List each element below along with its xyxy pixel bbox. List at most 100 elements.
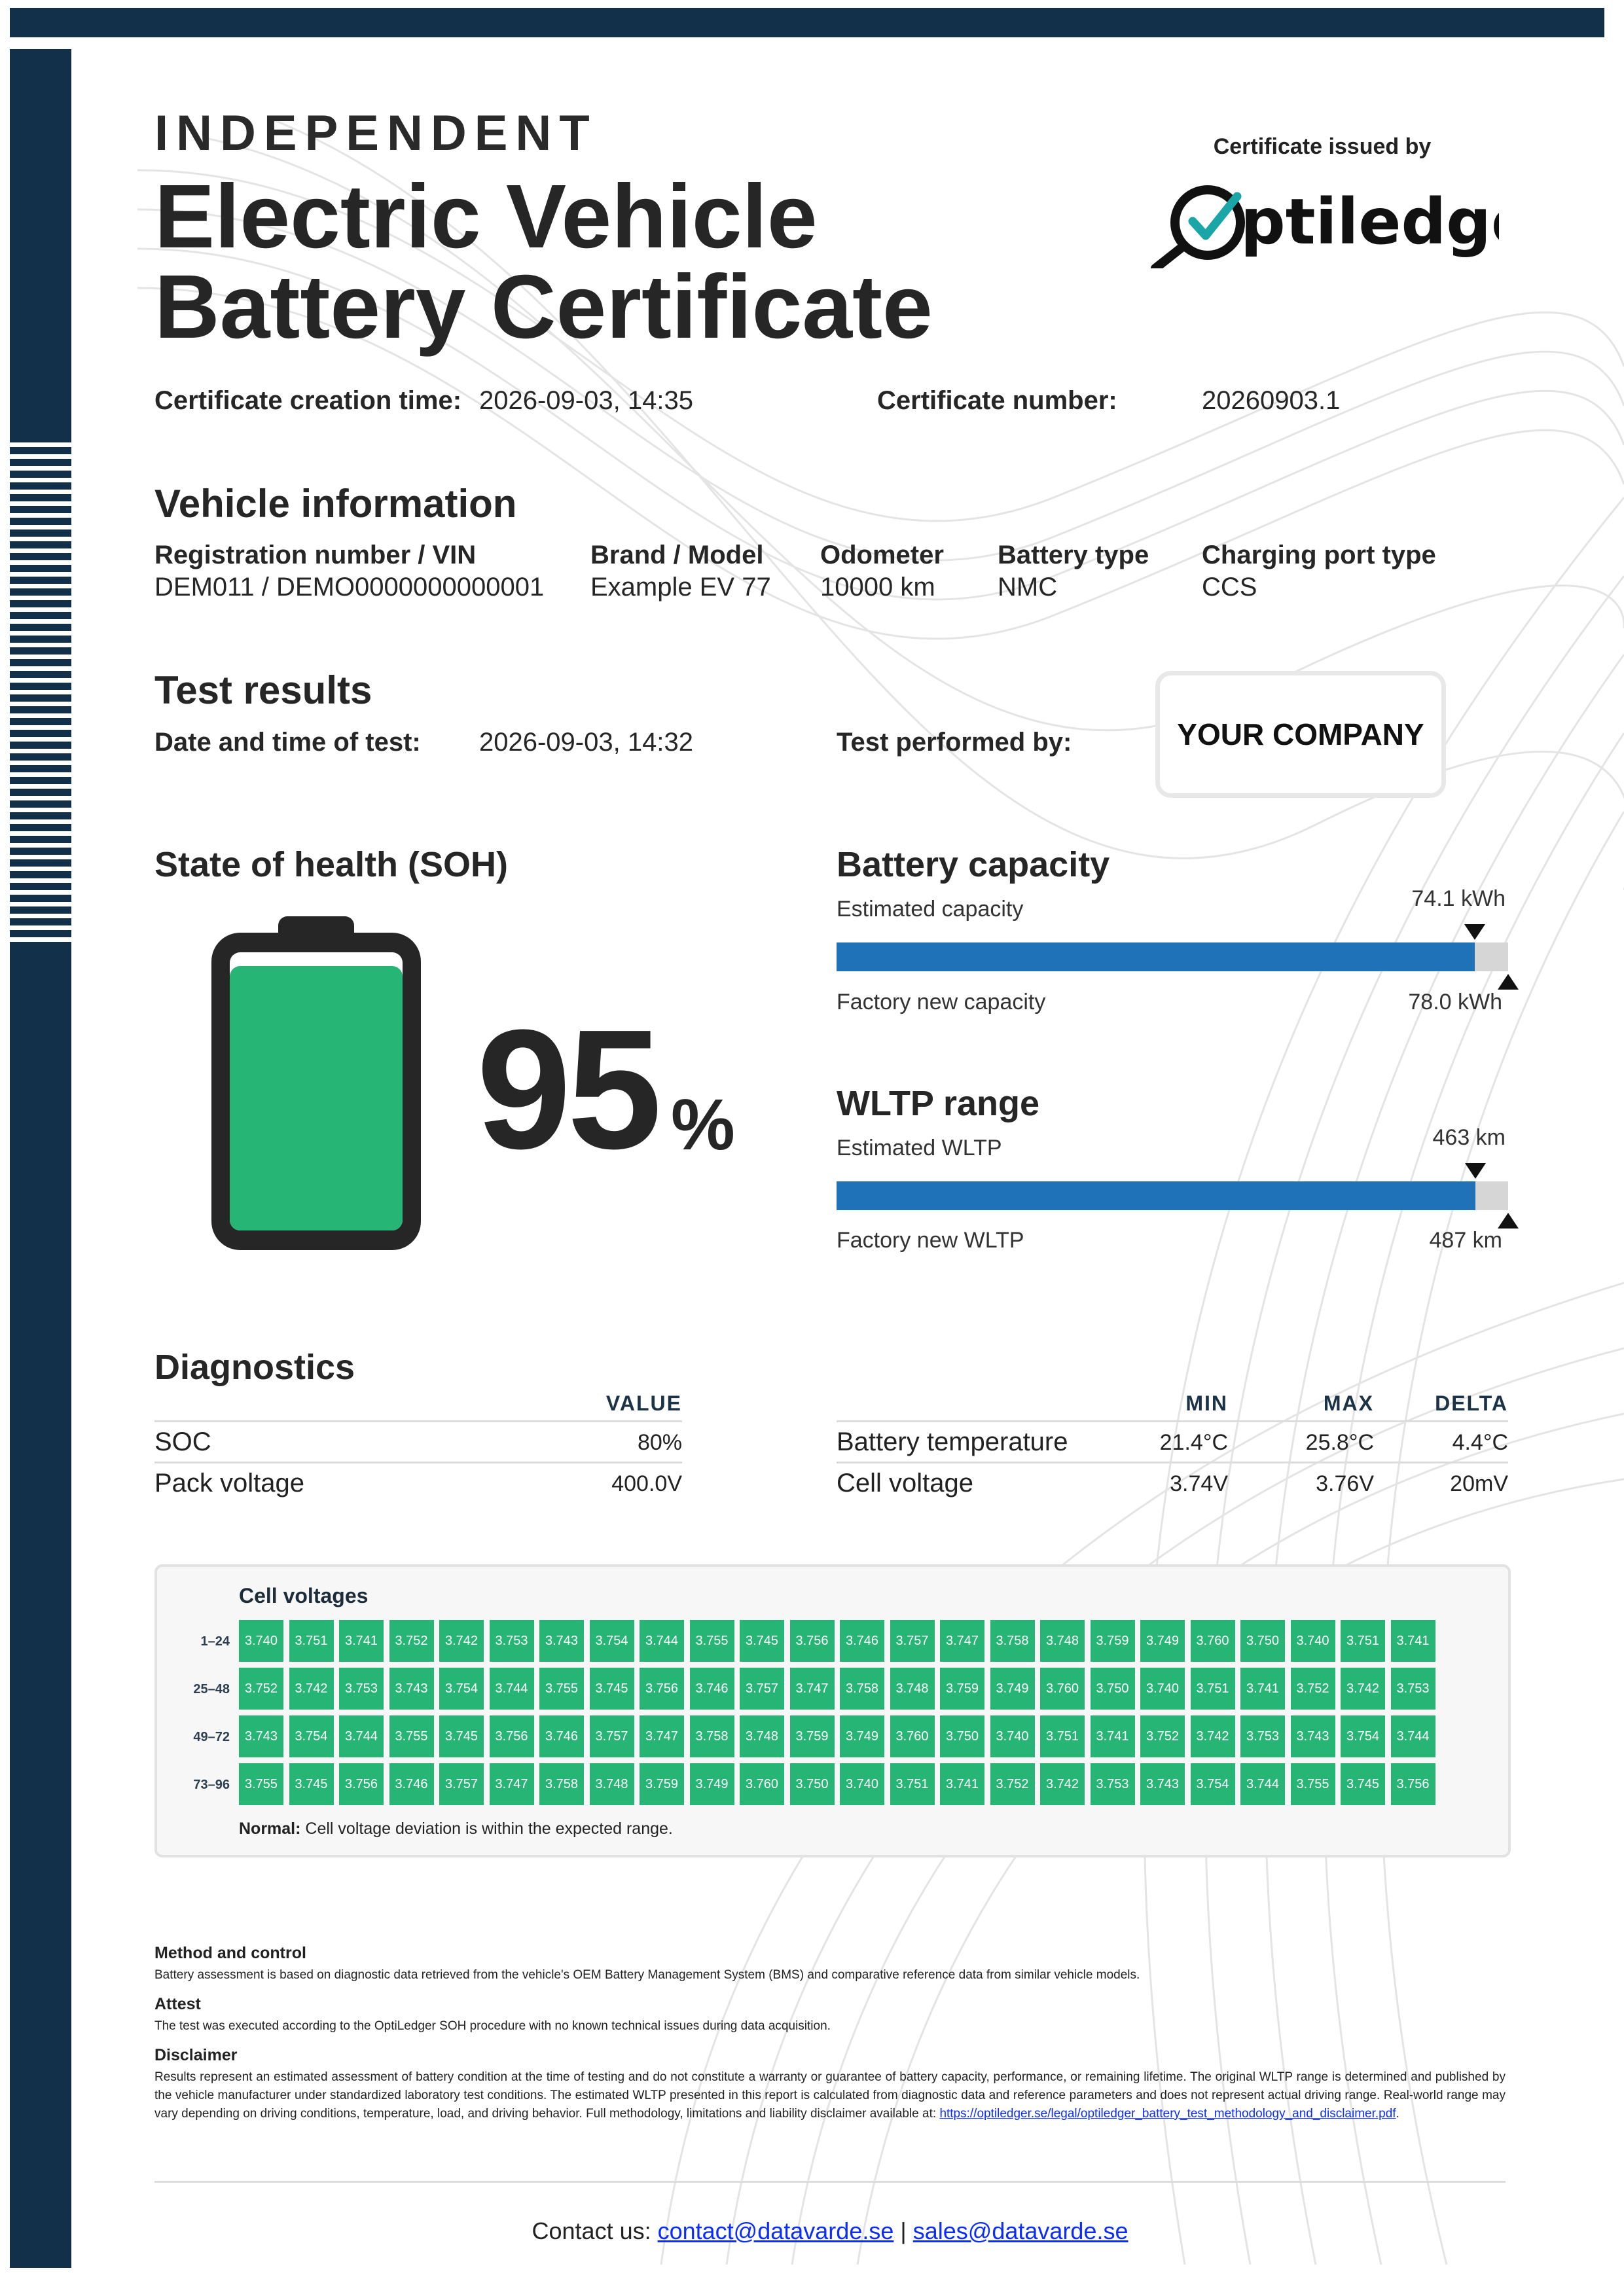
factory-capacity-value: 78.0 kWh — [1408, 990, 1502, 1014]
cell-voltage-cell: 3.741 — [940, 1763, 984, 1805]
creation-time-label: Certificate creation time: — [154, 386, 462, 415]
estimated-wltp-value: 463 km — [1432, 1125, 1506, 1150]
factory-wltp-value: 487 km — [1429, 1228, 1503, 1253]
cell-voltage-cell: 3.760 — [1040, 1668, 1085, 1710]
factory-wltp-marker-icon — [1498, 1213, 1519, 1229]
cell-voltage-label: Cell voltage — [837, 1469, 974, 1498]
vin-value: DEM011 / DEMO0000000000001 — [154, 573, 545, 601]
method-text: Battery assessment is based on diagnosti… — [154, 1968, 1140, 1982]
vehicle-info-heading: Vehicle information — [154, 482, 517, 526]
cell-voltage-grid: 1–24 3.740 3.751 3.741 3.752 3.742 3.753 3.743 3… — [154, 1620, 1506, 1816]
wltp-bar-fill — [837, 1181, 1475, 1210]
cell-voltage-delta: 20mV — [1450, 1471, 1508, 1496]
cell-voltage-cell: 3.748 — [740, 1715, 784, 1757]
estimated-wltp-label: Estimated WLTP — [837, 1136, 1002, 1160]
creation-time-value: 2026-09-03, 14:35 — [479, 386, 693, 415]
cell-voltage-cell: 3.742 — [439, 1620, 484, 1662]
cell-voltage-cell: 3.740 — [990, 1715, 1035, 1757]
battery-type-value: NMC — [998, 573, 1058, 601]
cell-voltage-cell: 3.747 — [789, 1668, 835, 1710]
cell-voltage-cell: 3.754 — [289, 1715, 334, 1757]
cell-voltage-cell: 3.744 — [1390, 1715, 1435, 1757]
cell-row-label: 49–72 — [193, 1730, 230, 1744]
cell-voltage-cell: 3.745 — [1341, 1763, 1385, 1805]
cell-voltage-cell: 3.745 — [589, 1668, 634, 1710]
factory-capacity-label: Factory new capacity — [837, 990, 1046, 1014]
cell-voltage-cell: 3.758 — [840, 1668, 884, 1710]
cell-voltage-cell: 3.754 — [1190, 1763, 1235, 1805]
note-text: Cell voltage deviation is within the exp… — [305, 1820, 673, 1838]
cell-voltage-cell: 3.752 — [389, 1620, 434, 1662]
footer-divider — [154, 2181, 1506, 2183]
cell-voltage-cell: 3.744 — [339, 1715, 384, 1757]
cell-voltage-cell: 3.745 — [439, 1715, 484, 1757]
certificate-number-value: 20260903.1 — [1202, 386, 1341, 415]
sales-email-link[interactable]: sales@datavarde.se — [913, 2217, 1128, 2244]
factory-wltp-label: Factory new WLTP — [837, 1228, 1024, 1253]
wltp-heading: WLTP range — [837, 1084, 1040, 1123]
cell-voltage-cell: 3.755 — [239, 1763, 283, 1805]
table-row: Battery temperature 21.4°C 25.8°C 4.4°C — [837, 1420, 1508, 1462]
cell-voltage-cell: 3.752 — [1290, 1668, 1335, 1710]
contact-email-link[interactable]: contact@datavarde.se — [658, 2217, 894, 2244]
cell-voltage-cell: 3.756 — [489, 1715, 534, 1757]
title-line-1: Electric Vehicle — [154, 166, 818, 267]
test-results-heading: Test results — [154, 668, 372, 712]
cell-voltage-cell: 3.759 — [940, 1668, 984, 1710]
cell-voltage-cell: 3.755 — [1290, 1763, 1335, 1805]
cell-voltage-cell: 3.746 — [539, 1715, 584, 1757]
cell-voltage-cell: 3.757 — [589, 1715, 634, 1757]
cell-voltage-cell: 3.754 — [589, 1620, 634, 1662]
cell-voltage-cell: 3.753 — [489, 1620, 534, 1662]
table-row: Cell voltage 3.74V 3.76V 20mV — [837, 1462, 1508, 1503]
page-title: Electric Vehicle Battery Certificate — [154, 171, 933, 352]
capacity-heading: Battery capacity — [837, 845, 1110, 884]
delta-header: DELTA — [1435, 1391, 1508, 1415]
disclaimer-link[interactable]: https://optiledger.se/legal/optiledger_b… — [939, 2107, 1396, 2121]
soh-unit: % — [671, 1085, 735, 1165]
cell-voltage-cell: 3.760 — [740, 1763, 784, 1805]
battery-fill-level — [230, 966, 403, 1230]
cell-voltage-cell: 3.758 — [990, 1620, 1035, 1662]
estimated-marker-icon — [1464, 924, 1485, 940]
cell-voltage-cell: 3.746 — [389, 1763, 434, 1805]
cell-voltage-cell: 3.742 — [289, 1668, 334, 1710]
cell-voltage-cell: 3.755 — [389, 1715, 434, 1757]
cell-voltage-cell: 3.741 — [1240, 1668, 1285, 1710]
cell-voltage-cell: 3.759 — [789, 1715, 835, 1757]
cell-voltage-cell: 3.746 — [689, 1668, 734, 1710]
attest-text: The test was executed according to the O… — [154, 2019, 831, 2033]
note-status: Normal: — [239, 1820, 301, 1838]
cell-voltage-cell: 3.742 — [1040, 1763, 1085, 1805]
cell-voltage-cell: 3.747 — [640, 1715, 684, 1757]
cell-voltage-cell: 3.744 — [489, 1668, 534, 1710]
cell-row-label: 73–96 — [193, 1778, 230, 1792]
attest-heading: Attest — [154, 1995, 201, 2013]
cell-voltage-cell: 3.741 — [1390, 1620, 1435, 1662]
cell-voltage-cell: 3.751 — [289, 1620, 334, 1662]
battery-icon — [211, 916, 421, 1250]
cell-voltage-cell: 3.743 — [539, 1620, 584, 1662]
cell-voltage-cell: 3.749 — [990, 1668, 1035, 1710]
soh-heading: State of health (SOH) — [154, 845, 509, 884]
company-badge: YOUR COMPANY — [1155, 671, 1446, 798]
cell-voltage-cell: 3.747 — [940, 1620, 984, 1662]
capacity-bar-track — [837, 942, 1508, 971]
cell-voltage-cell: 3.759 — [640, 1763, 684, 1805]
cell-voltage-cell: 3.744 — [1240, 1763, 1285, 1805]
table-row: SOC 80% — [154, 1420, 682, 1462]
contact-label: Contact us: — [532, 2217, 651, 2244]
cell-voltage-cell: 3.746 — [840, 1620, 884, 1662]
cell-row-label: 25–48 — [193, 1682, 230, 1696]
cell-voltage-cell: 3.741 — [339, 1620, 384, 1662]
table-row: Pack voltage 400.0V — [154, 1462, 682, 1503]
cell-voltage-cell: 3.751 — [1341, 1620, 1385, 1662]
cell-voltage-max: 3.76V — [1316, 1471, 1374, 1496]
cell-voltages-title: Cell voltages — [239, 1584, 369, 1607]
cell-voltage-cell: 3.749 — [689, 1763, 734, 1805]
cell-voltage-cell: 3.754 — [1341, 1715, 1385, 1757]
pack-voltage-value: 400.0V — [611, 1471, 682, 1496]
battery-type-label: Battery type — [998, 541, 1149, 569]
contact-separator: | — [900, 2217, 907, 2244]
cell-voltage-cell: 3.742 — [1341, 1668, 1385, 1710]
